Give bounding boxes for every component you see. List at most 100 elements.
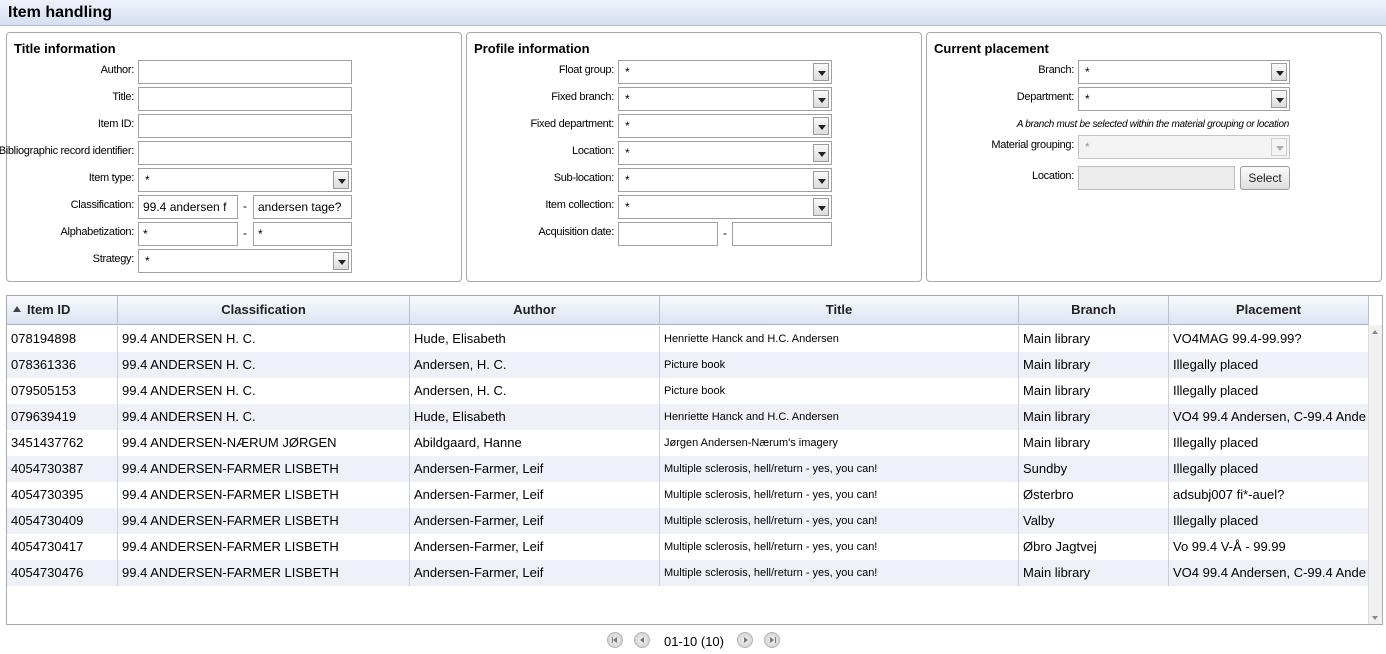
item-type-select[interactable]: * <box>138 168 352 192</box>
sub-location-select[interactable]: * <box>618 168 832 192</box>
strategy-select[interactable]: * <box>138 249 352 273</box>
chevron-down-icon[interactable] <box>1271 63 1287 81</box>
chevron-down-icon[interactable] <box>813 63 829 81</box>
table-row[interactable]: 4054730476 99.4 ANDERSEN-FARMER LISBETH An… <box>7 560 1369 586</box>
vertical-scrollbar[interactable] <box>1368 325 1382 624</box>
location-select[interactable]: * <box>618 141 832 165</box>
cell-title: Jørgen Andersen-Nærum's imagery <box>660 430 1019 456</box>
item-collection-label: Item collection: <box>545 199 614 211</box>
classification-from-input[interactable] <box>138 195 238 219</box>
column-header-label: Branch <box>1071 302 1116 317</box>
page-header: Item handling <box>0 0 1386 26</box>
classification-row: Classification: - <box>7 195 461 219</box>
table-row[interactable]: 4054730387 99.4 ANDERSEN-FARMER LISBETH An… <box>7 456 1369 482</box>
cell-item-id: 4054730417 <box>7 534 118 560</box>
float-group-row: Float group: * <box>467 60 921 84</box>
table-row[interactable]: 4054730417 99.4 ANDERSEN-FARMER LISBETH An… <box>7 534 1369 560</box>
column-header-branch[interactable]: Branch <box>1019 296 1169 325</box>
fixed-department-select[interactable]: * <box>618 114 832 138</box>
item-collection-select[interactable]: * <box>618 195 832 219</box>
title-row: Title: <box>7 87 461 111</box>
acquisition-date-from-input[interactable] <box>618 222 718 246</box>
cell-title: Multiple sclerosis, hell/return - yes, y… <box>660 560 1019 586</box>
bib-record-input[interactable] <box>138 141 352 165</box>
table-row[interactable]: 3451437762 99.4 ANDERSEN-NÆRUM JØRGEN Abil… <box>7 430 1369 456</box>
chevron-down-icon[interactable] <box>333 252 349 270</box>
cell-classification: 99.4 ANDERSEN-FARMER LISBETH <box>118 534 410 560</box>
author-input[interactable] <box>138 60 352 84</box>
chevron-down-icon[interactable] <box>813 117 829 135</box>
column-header-label: Author <box>513 302 556 317</box>
alphabetization-to-input[interactable] <box>253 222 352 246</box>
table-row[interactable]: 4054730395 99.4 ANDERSEN-FARMER LISBETH An… <box>7 482 1369 508</box>
fixed-branch-value: * <box>625 92 630 106</box>
fixed-department-value: * <box>625 119 630 133</box>
cell-classification: 99.4 ANDERSEN H. C. <box>118 378 410 404</box>
sort-ascending-icon <box>13 306 21 312</box>
chevron-down-icon[interactable] <box>333 171 349 189</box>
column-header-label: Title <box>825 302 853 317</box>
last-page-icon[interactable] <box>764 632 780 648</box>
department-label: Department: <box>1016 91 1075 103</box>
cell-item-id: 4054730387 <box>7 456 118 482</box>
cell-title: Multiple sclerosis, hell/return - yes, y… <box>660 534 1019 560</box>
cell-title: Multiple sclerosis, hell/return - yes, y… <box>660 456 1019 482</box>
first-page-icon[interactable] <box>607 632 623 648</box>
material-grouping-value: * <box>1085 140 1090 154</box>
cell-classification: 99.4 ANDERSEN-FARMER LISBETH <box>118 482 410 508</box>
title-input[interactable] <box>138 87 352 111</box>
column-header-placement[interactable]: Placement <box>1169 296 1369 325</box>
scroll-up-icon[interactable] <box>1372 330 1378 334</box>
chevron-down-icon[interactable] <box>1271 90 1287 108</box>
column-header-item-id[interactable]: Item ID <box>7 296 118 325</box>
chevron-down-icon[interactable] <box>813 144 829 162</box>
chevron-down-icon[interactable] <box>1271 138 1287 156</box>
column-header-author[interactable]: Author <box>410 296 660 325</box>
cell-item-id: 4054730476 <box>7 560 118 586</box>
float-group-select[interactable]: * <box>618 60 832 84</box>
cell-placement: Illegally placed <box>1169 430 1369 456</box>
previous-page-icon[interactable] <box>634 632 650 648</box>
chevron-down-icon[interactable] <box>813 171 829 189</box>
cell-author: Andersen, H. C. <box>410 378 660 404</box>
material-grouping-select[interactable]: * <box>1078 135 1290 159</box>
author-label: Author: <box>100 64 135 76</box>
sub-location-row: Sub-location: * <box>467 168 921 192</box>
next-page-icon[interactable] <box>737 632 753 648</box>
select-button[interactable]: Select <box>1240 166 1290 190</box>
department-select[interactable]: * <box>1078 87 1290 111</box>
table-row[interactable]: 079639419 99.4 ANDERSEN H. C. Hude, Elisab… <box>7 404 1369 430</box>
cell-classification: 99.4 ANDERSEN H. C. <box>118 352 410 378</box>
cell-branch: Main library <box>1019 326 1169 352</box>
item-type-label: Item type: <box>88 172 135 184</box>
acquisition-date-to-input[interactable] <box>732 222 832 246</box>
fixed-branch-select[interactable]: * <box>618 87 832 111</box>
item-id-input[interactable] <box>138 114 352 138</box>
scroll-down-icon[interactable] <box>1372 616 1378 620</box>
alphabetization-from-input[interactable] <box>138 222 238 246</box>
strategy-row: Strategy: * <box>7 249 461 273</box>
fixed-department-row: Fixed department: * <box>467 114 921 138</box>
location-row: Location: * <box>467 141 921 165</box>
cell-placement: VO4MAG 99.4-99.99? <box>1169 326 1369 352</box>
profile-information-heading: Profile information <box>474 41 590 56</box>
column-header-label: Placement <box>1235 302 1302 317</box>
location-label: Location: <box>572 145 614 157</box>
cell-item-id: 4054730395 <box>7 482 118 508</box>
chevron-down-icon[interactable] <box>813 198 829 216</box>
table-row[interactable]: 078194898 99.4 ANDERSEN H. C. Hude, Elisab… <box>7 326 1369 352</box>
column-header-classification[interactable]: Classification <box>118 296 410 325</box>
cell-classification: 99.4 ANDERSEN H. C. <box>118 404 410 430</box>
placement-location-input[interactable] <box>1078 166 1235 190</box>
table-row[interactable]: 079505153 99.4 ANDERSEN H. C. Andersen, H.… <box>7 378 1369 404</box>
cell-author: Hude, Elisabeth <box>410 404 660 430</box>
cell-item-id: 079639419 <box>7 404 118 430</box>
classification-label: Classification: <box>70 199 135 211</box>
column-header-title[interactable]: Title <box>660 296 1019 325</box>
classification-to-input[interactable] <box>253 195 352 219</box>
fixed-department-label: Fixed department: <box>530 118 614 130</box>
branch-select[interactable]: * <box>1078 60 1290 84</box>
chevron-down-icon[interactable] <box>813 90 829 108</box>
table-row[interactable]: 4054730409 99.4 ANDERSEN-FARMER LISBETH An… <box>7 508 1369 534</box>
table-row[interactable]: 078361336 99.4 ANDERSEN H. C. Andersen, H.… <box>7 352 1369 378</box>
